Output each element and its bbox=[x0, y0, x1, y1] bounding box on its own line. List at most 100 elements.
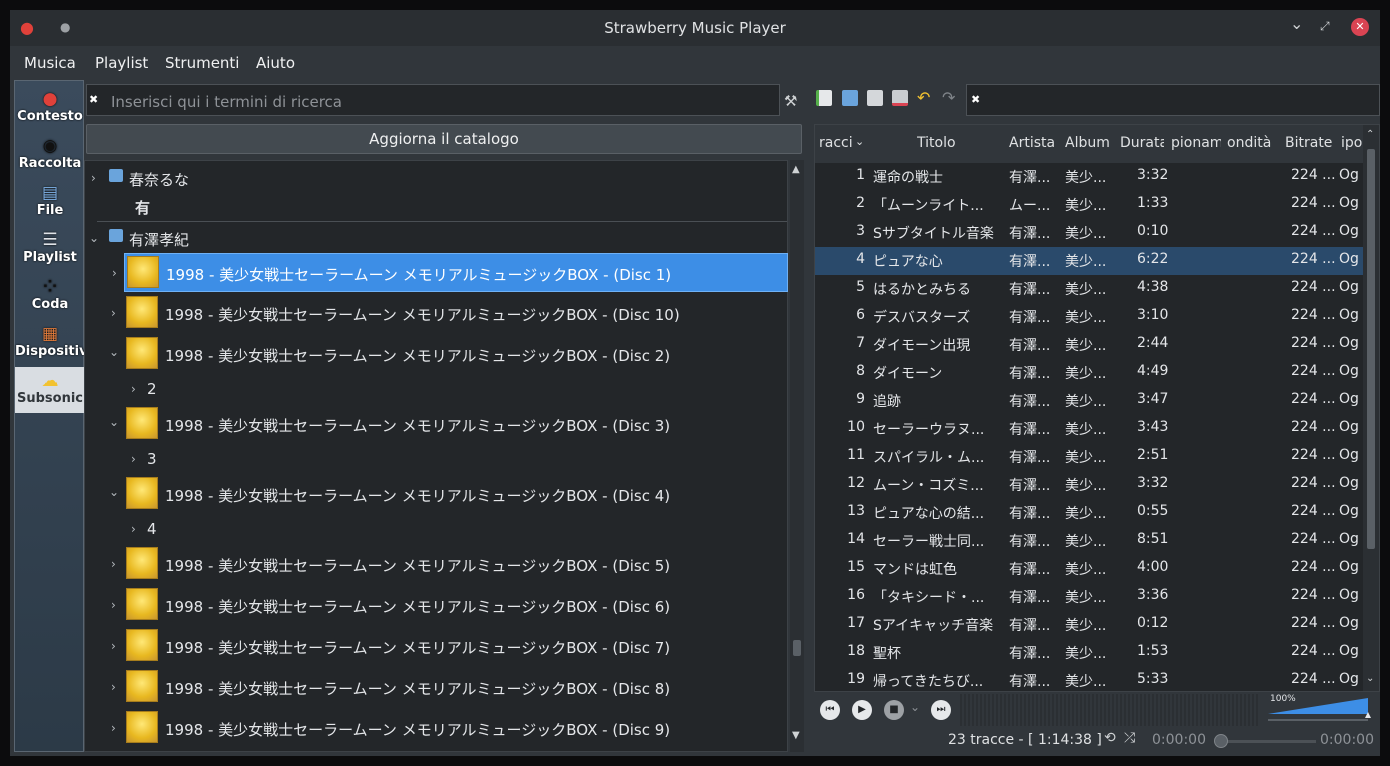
playlist-filter-input[interactable]: ✖ bbox=[966, 84, 1380, 116]
table-row[interactable]: 14 セーラー戦士同... 有澤... 美少... 8:51 224 ... Og bbox=[815, 527, 1363, 555]
save-playlist-icon[interactable] bbox=[867, 90, 883, 106]
chevron-right-icon[interactable]: › bbox=[111, 306, 116, 320]
play-button[interactable]: ▶ bbox=[852, 700, 872, 720]
col-bitdepth[interactable]: ondità bbox=[1227, 135, 1277, 151]
col-samplerate[interactable]: pionam bbox=[1171, 135, 1221, 151]
volume-slider[interactable] bbox=[1268, 698, 1372, 722]
table-row[interactable]: 13 ピュアな心の結... 有澤... 美少... 0:55 224 ... Og bbox=[815, 499, 1363, 527]
playlist-scrollbar[interactable]: ⌃ ⌄ bbox=[1363, 125, 1379, 691]
col-duration[interactable]: Durata bbox=[1120, 135, 1164, 151]
sidebar-item-coda[interactable]: ⁘ Coda bbox=[15, 273, 85, 319]
tree-artist-row[interactable]: › 春奈るな bbox=[85, 165, 789, 193]
sidebar-item-subsonic[interactable]: ☁ Subsonic bbox=[15, 367, 85, 413]
previous-track-button[interactable]: ⏮ bbox=[820, 700, 840, 720]
maximize-icon[interactable]: ⤢ bbox=[1320, 19, 1330, 34]
chevron-right-icon[interactable]: › bbox=[112, 266, 117, 280]
tree-album-row[interactable]: › 1998 - 美少女戦士セーラームーン メモリアルミュージックBOX - (… bbox=[111, 545, 788, 584]
chevron-down-icon[interactable]: ⌄ bbox=[109, 345, 119, 359]
chevron-right-icon[interactable]: › bbox=[91, 171, 96, 185]
wrench-icon[interactable]: ⚒ bbox=[784, 92, 797, 110]
minimize-icon[interactable]: ⌄ bbox=[1290, 14, 1303, 33]
stop-button[interactable]: ■ bbox=[884, 700, 904, 720]
update-catalog-button[interactable]: Aggiorna il catalogo bbox=[86, 124, 802, 154]
col-album[interactable]: Album bbox=[1065, 135, 1113, 151]
library-search-input[interactable]: ✖ Inserisci qui i termini di ricerca bbox=[86, 84, 780, 116]
tree-album-row[interactable]: › 1998 - 美少女戦士セーラームーン メモリアルミュージックBOX - (… bbox=[111, 627, 788, 666]
redo-icon[interactable]: ↷ bbox=[942, 90, 958, 106]
tree-disc-row[interactable]: › 4 bbox=[85, 516, 789, 544]
chevron-down-icon[interactable]: ⌄ bbox=[109, 415, 119, 429]
col-type[interactable]: ipo bbox=[1341, 135, 1363, 151]
table-row[interactable]: 8 ダイモーン 有澤... 美少... 4:49 224 ... Og bbox=[815, 359, 1363, 387]
seek-handle[interactable] bbox=[1214, 734, 1228, 748]
table-row[interactable]: 10 セーラーウラヌ... 有澤... 美少... 3:43 224 ... Og bbox=[815, 415, 1363, 443]
table-row[interactable]: 17 Sアイキャッチ音楽 有澤... 美少... 0:12 224 ... Og bbox=[815, 611, 1363, 639]
chevron-right-icon[interactable]: › bbox=[131, 522, 136, 536]
scroll-down-icon[interactable]: ⌄ bbox=[1366, 673, 1374, 684]
shuffle-icon[interactable]: ⤮ bbox=[1124, 730, 1135, 746]
tree-album-row[interactable]: ⌄ 1998 - 美少女戦士セーラームーン メモリアルミュージックBOX - (… bbox=[109, 475, 788, 514]
chevron-down-icon[interactable]: ⌄ bbox=[109, 485, 119, 499]
table-row[interactable]: 18 聖杯 有澤... 美少... 1:53 224 ... Og bbox=[815, 639, 1363, 667]
tree-disc-row[interactable]: › 2 bbox=[85, 376, 789, 404]
close-icon[interactable]: ✕ bbox=[1351, 18, 1369, 36]
chevron-down-icon[interactable]: ⌄ bbox=[89, 231, 99, 245]
col-title[interactable]: Titolo bbox=[917, 135, 997, 151]
sidebar-item-dispositivi[interactable]: ▦ Dispositivi bbox=[15, 320, 92, 366]
chevron-right-icon[interactable]: › bbox=[111, 557, 116, 571]
repeat-icon[interactable]: ⟲ bbox=[1104, 730, 1116, 746]
load-playlist-icon[interactable] bbox=[842, 90, 858, 106]
scroll-thumb[interactable] bbox=[793, 640, 801, 656]
new-playlist-icon[interactable] bbox=[816, 90, 832, 106]
sidebar-item-playlist[interactable]: ☰ Playlist bbox=[15, 226, 85, 272]
clear-search-icon[interactable]: ✖ bbox=[89, 93, 98, 106]
table-row[interactable]: 6 デスバスターズ 有澤... 美少... 3:10 224 ... Og bbox=[815, 303, 1363, 331]
col-artist[interactable]: Artista bbox=[1009, 135, 1057, 151]
tree-album-row[interactable]: › 1998 - 美少女戦士セーラームーン メモリアルミュージックBOX - (… bbox=[111, 668, 788, 707]
sidebar-item-raccolta[interactable]: ◉ Raccolta bbox=[15, 132, 85, 178]
clear-filter-icon[interactable]: ✖ bbox=[971, 93, 980, 106]
sidebar-item-file[interactable]: ▤ File bbox=[15, 179, 85, 225]
menu-playlist[interactable]: Playlist bbox=[95, 54, 148, 72]
table-row[interactable]: 2 「ムーンライト... ムー... 美少... 1:33 224 ... Og bbox=[815, 191, 1363, 219]
chevron-right-icon[interactable]: › bbox=[111, 598, 116, 612]
table-row[interactable]: 12 ムーン・コズミ... 有澤... 美少... 3:32 224 ... Og bbox=[815, 471, 1363, 499]
tree-album-row[interactable]: ⌄ 1998 - 美少女戦士セーラームーン メモリアルミュージックBOX - (… bbox=[109, 405, 788, 444]
chevron-right-icon[interactable]: › bbox=[111, 721, 116, 735]
clear-playlist-icon[interactable] bbox=[892, 90, 908, 106]
library-scrollbar[interactable]: ▲ ▼ bbox=[790, 160, 804, 752]
table-row[interactable]: 1 運命の戦士 有澤... 美少... 3:32 224 ... Og bbox=[815, 163, 1363, 191]
table-row[interactable]: 7 ダイモーン出現 有澤... 美少... 2:44 224 ... Og bbox=[815, 331, 1363, 359]
table-row[interactable]: 4 ピュアな心 有澤... 美少... 6:22 224 ... Og bbox=[815, 247, 1363, 275]
table-row[interactable]: 5 はるかとみちる 有澤... 美少... 4:38 224 ... Og bbox=[815, 275, 1363, 303]
chevron-right-icon[interactable]: › bbox=[131, 452, 136, 466]
menu-musica[interactable]: Musica bbox=[24, 54, 76, 72]
table-row[interactable]: 3 Sサブタイトル音楽 有澤... 美少... 0:10 224 ... Og bbox=[815, 219, 1363, 247]
table-row[interactable]: 16 「タキシード・... 有澤... 美少... 3:36 224 ... Og bbox=[815, 583, 1363, 611]
scroll-thumb[interactable] bbox=[1367, 149, 1375, 549]
scroll-up-icon[interactable]: ▲ bbox=[792, 164, 800, 175]
undo-icon[interactable]: ↶ bbox=[917, 90, 933, 106]
next-track-button[interactable]: ⏭ bbox=[931, 700, 951, 720]
sidebar-item-contesto[interactable]: ● Contesto bbox=[15, 85, 85, 131]
tree-album-row[interactable]: › 1998 - 美少女戦士セーラームーン メモリアルミュージックBOX - (… bbox=[111, 586, 788, 625]
table-row[interactable]: 19 帰ってきたちび... 有澤... 美少... 5:33 224 ... Og bbox=[815, 667, 1363, 691]
tree-album-row[interactable]: › 1998 - 美少女戦士セーラームーン メモリアルミュージックBOX - (… bbox=[112, 253, 788, 292]
tree-disc-row[interactable]: › 3 bbox=[85, 446, 789, 474]
table-row[interactable]: 9 追跡 有澤... 美少... 3:47 224 ... Og bbox=[815, 387, 1363, 415]
table-row[interactable]: 15 マンドは虹色 有澤... 美少... 4:00 224 ... Og bbox=[815, 555, 1363, 583]
chevron-right-icon[interactable]: › bbox=[111, 680, 116, 694]
menu-aiuto[interactable]: Aiuto bbox=[256, 54, 295, 72]
stop-options-chevron-icon[interactable]: ⌄ bbox=[910, 700, 920, 714]
tree-album-row[interactable]: › 1998 - 美少女戦士セーラームーン メモリアルミュージックBOX - (… bbox=[111, 709, 788, 748]
menu-strumenti[interactable]: Strumenti bbox=[165, 54, 239, 72]
col-track[interactable]: racci bbox=[819, 135, 859, 151]
col-bitrate[interactable]: Bitrate bbox=[1285, 135, 1335, 151]
scroll-down-icon[interactable]: ▼ bbox=[792, 730, 800, 741]
tree-album-row[interactable]: ⌄ 1998 - 美少女戦士セーラームーン メモリアルミュージックBOX - (… bbox=[109, 335, 788, 374]
chevron-right-icon[interactable]: › bbox=[111, 639, 116, 653]
chevron-right-icon[interactable]: › bbox=[131, 382, 136, 396]
seek-slider[interactable] bbox=[1216, 740, 1316, 743]
scroll-up-icon[interactable]: ⌃ bbox=[1366, 129, 1374, 140]
tree-album-row[interactable]: › 1998 - 美少女戦士セーラームーン メモリアルミュージックBOX - (… bbox=[111, 294, 788, 333]
